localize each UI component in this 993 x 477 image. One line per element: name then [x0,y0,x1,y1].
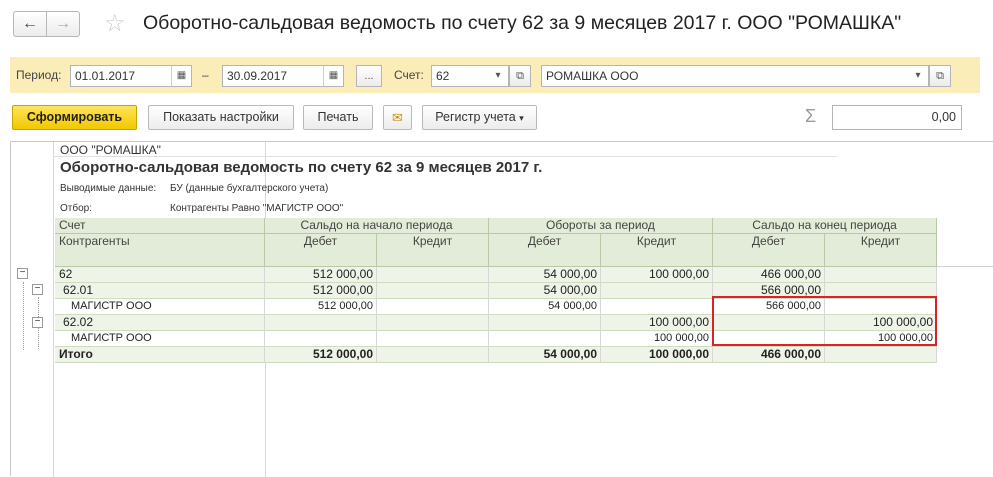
header-counterparties: Контрагенты [55,234,265,267]
account-open-button[interactable]: ⧉ [509,65,531,87]
row-value-cell[interactable] [825,347,937,363]
header-debit: Дебет [489,234,601,267]
row-value-cell[interactable]: 100 000,00 [601,267,713,283]
row-value-cell[interactable] [377,267,489,283]
open-icon: ⧉ [936,70,944,82]
account-label: Счет: [394,68,424,82]
email-button[interactable]: ✉ [383,105,412,130]
row-value-cell[interactable]: 466 000,00 [713,267,825,283]
header-closing-balance: Сальдо на конец периода [713,218,937,234]
row-value-cell[interactable]: 512 000,00 [265,299,377,315]
row-name[interactable]: Итого [55,347,265,363]
row-value-cell[interactable] [377,283,489,299]
row-name[interactable]: 62 [55,267,265,283]
show-settings-button[interactable]: Показать настройки [148,105,294,130]
calendar-icon[interactable]: ▦ [171,66,191,86]
forward-button[interactable]: → [46,11,80,37]
generate-button[interactable]: Сформировать [12,105,137,130]
period-from-value: 01.01.2017 [75,69,136,83]
register-button[interactable]: Регистр учета ▾ [422,105,537,130]
collapse-62-icon[interactable]: − [17,268,28,279]
organization-open-button[interactable]: ⧉ [929,65,951,87]
row-name[interactable]: МАГИСТР ООО [55,331,265,347]
window-title: Оборотно-сальдовая ведомость по счету 62… [143,12,902,34]
header-opening-balance: Сальдо на начало периода [265,218,489,234]
highlight-annotation-box [712,296,937,346]
parameters-panel: Период: 01.01.2017 ▦ – 30.09.2017 ▦ ... … [10,57,980,93]
period-to-field[interactable]: 30.09.2017 ▦ [222,65,344,87]
report-organization: ООО "РОМАШКА" [60,143,161,157]
sigma-icon: Σ [805,106,817,126]
tree-line [23,282,24,350]
row-value-cell[interactable]: 512 000,00 [265,267,377,283]
back-arrow-icon: ← [22,15,38,32]
header-separator [53,156,837,157]
account-field[interactable]: 62 ▾ [431,65,509,87]
row-name[interactable]: 62.01 [55,283,265,299]
report-title: Оборотно-сальдовая ведомость по счету 62… [60,159,543,176]
row-value-cell[interactable] [601,299,713,315]
chevron-down-icon[interactable]: ▾ [488,66,508,86]
account-value: 62 [436,69,450,83]
row-value-cell[interactable] [265,331,377,347]
envelope-icon: ✉ [392,110,403,125]
open-icon: ⧉ [516,70,524,82]
forward-arrow-icon: → [55,15,71,32]
row-value-cell[interactable] [377,315,489,331]
period-to-value: 30.09.2017 [227,69,288,83]
period-from-field[interactable]: 01.01.2017 ▦ [70,65,192,87]
organization-field[interactable]: РОМАШКА ООО ▾ [541,65,929,87]
row-value-cell[interactable]: 512 000,00 [265,347,377,363]
row-name[interactable]: 62.02 [55,315,265,331]
period-dash: – [202,68,209,82]
period-select-button[interactable]: ... [356,65,382,87]
header-debit: Дебет [713,234,825,267]
row-value-cell[interactable]: 54 000,00 [489,299,601,315]
header-debit: Дебет [265,234,377,267]
output-label: Выводимые данные: [60,183,157,194]
row-value-cell[interactable]: 100 000,00 [601,347,713,363]
print-button[interactable]: Печать [303,105,373,130]
collapse-62-02-icon[interactable]: − [32,317,43,328]
row-value-cell[interactable]: 54 000,00 [489,347,601,363]
row-value-cell[interactable] [601,283,713,299]
row-value-cell[interactable] [489,331,601,347]
title-bar: ← → ☆ Оборотно-сальдовая ведомость по сч… [0,0,993,52]
header-credit: Кредит [377,234,489,267]
chevron-down-icon: ▾ [519,113,524,123]
row-value-cell[interactable]: 54 000,00 [489,283,601,299]
calendar-icon[interactable]: ▦ [323,66,343,86]
register-label: Регистр учета [435,110,516,124]
organization-value: РОМАШКА ООО [546,69,639,83]
period-label: Период: [16,68,62,82]
row-value-cell[interactable] [265,315,377,331]
row-value-cell[interactable] [377,299,489,315]
output-value: БУ (данные бухгалтерского учета) [170,183,329,194]
row-value-cell[interactable]: 100 000,00 [601,315,713,331]
row-value-cell[interactable] [489,315,601,331]
row-value-cell[interactable]: 54 000,00 [489,267,601,283]
collapse-62-01-icon[interactable]: − [32,284,43,295]
filter-value: Контрагенты Равно "МАГИСТР ООО" [170,203,344,214]
back-button[interactable]: ← [13,11,47,37]
row-value-cell[interactable]: 466 000,00 [713,347,825,363]
header-account: Счет [55,218,265,234]
header-turnover: Обороты за период [489,218,713,234]
favorite-star-icon[interactable]: ☆ [104,10,126,38]
row-value-cell[interactable] [377,331,489,347]
row-name[interactable]: МАГИСТР ООО [55,299,265,315]
filter-label: Отбор: [60,203,92,214]
row-separator [937,266,993,267]
row-value-cell[interactable]: 512 000,00 [265,283,377,299]
chevron-down-icon[interactable]: ▾ [908,66,928,86]
column-divider [53,142,54,477]
row-value-cell[interactable]: 100 000,00 [601,331,713,347]
row-value-cell[interactable] [825,267,937,283]
row-value-cell[interactable] [377,347,489,363]
header-credit: Кредит [825,234,937,267]
selection-sum-field: 0,00 [832,105,962,130]
header-credit: Кредит [601,234,713,267]
